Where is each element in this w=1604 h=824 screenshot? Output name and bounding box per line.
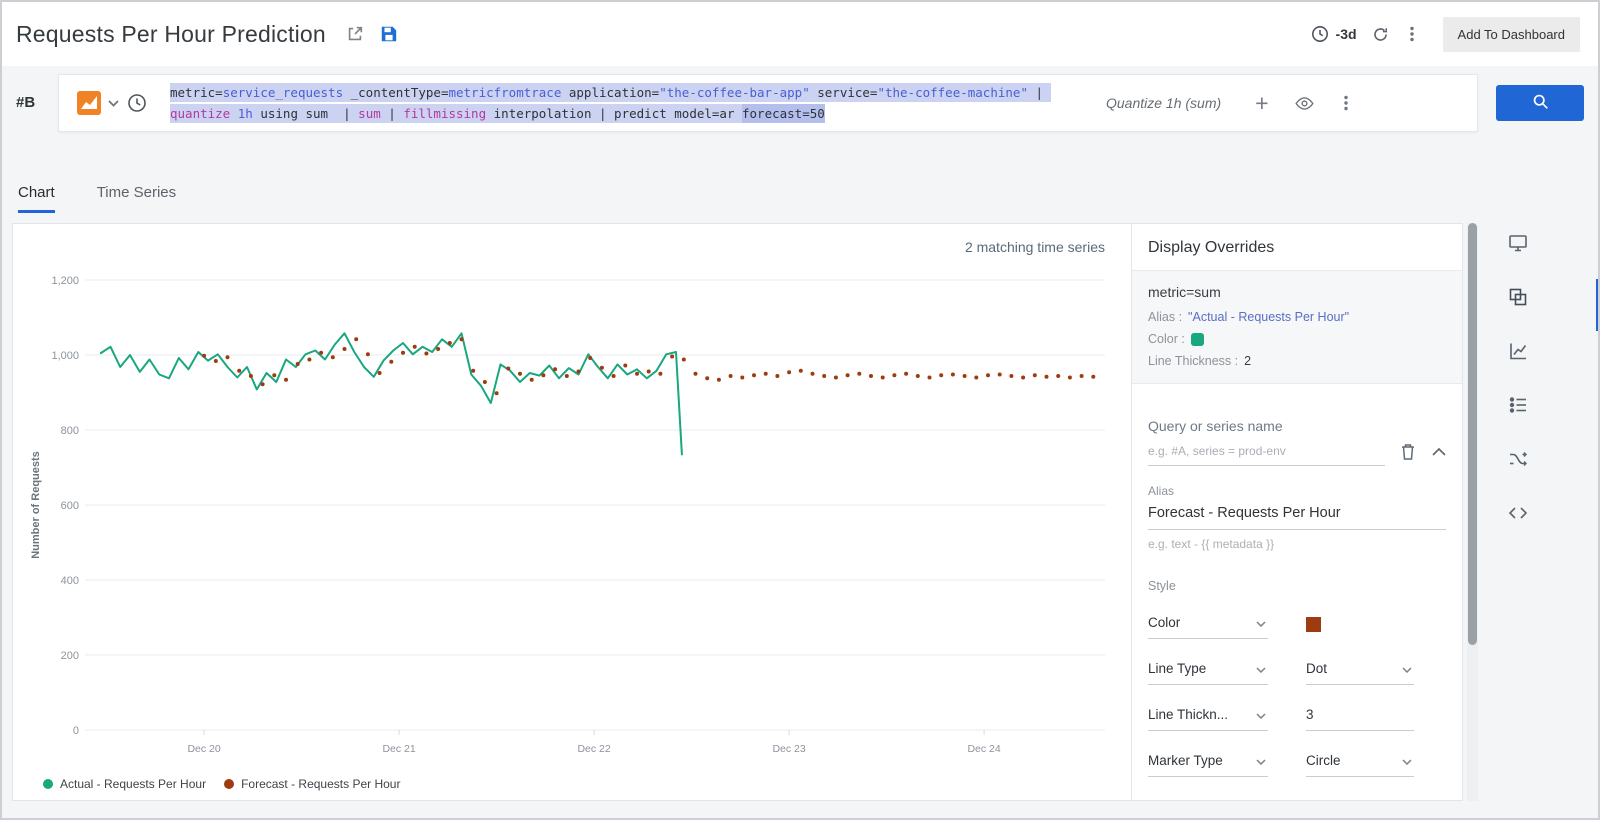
kebab-menu-icon[interactable] bbox=[1404, 25, 1420, 43]
save-icon[interactable] bbox=[380, 25, 398, 43]
override-form: Query or series name e.g. #A, series = p… bbox=[1132, 384, 1462, 777]
style-section-label: Style bbox=[1148, 579, 1446, 593]
chevron-down-icon bbox=[1256, 707, 1266, 722]
axes-icon[interactable] bbox=[1508, 341, 1528, 361]
svg-text:200: 200 bbox=[61, 650, 79, 662]
override-alias-label: Alias : bbox=[1148, 310, 1182, 324]
alias-input[interactable]: Forecast - Requests Per Hour bbox=[1148, 498, 1446, 530]
legend-icon[interactable] bbox=[1508, 395, 1528, 415]
header: Requests Per Hour Prediction -3d Add To … bbox=[2, 2, 1598, 66]
share-icon[interactable] bbox=[346, 25, 364, 43]
alias-field-label: Alias bbox=[1148, 484, 1446, 498]
run-query-button[interactable] bbox=[1496, 85, 1584, 121]
query-id-label: #B bbox=[16, 74, 58, 111]
code-icon[interactable] bbox=[1508, 503, 1528, 523]
chevron-down-icon bbox=[1256, 753, 1266, 768]
query-history-icon[interactable] bbox=[126, 92, 148, 114]
display-icon[interactable] bbox=[1508, 233, 1528, 253]
svg-text:Dec 22: Dec 22 bbox=[577, 743, 610, 755]
tab-time-series[interactable]: Time Series bbox=[97, 184, 176, 213]
chevron-down-icon bbox=[1402, 753, 1412, 768]
style-color-select[interactable]: Color bbox=[1148, 608, 1268, 639]
style-color-swatch[interactable] bbox=[1306, 617, 1321, 632]
alias-helper-text: e.g. text - {{ metadata }} bbox=[1148, 537, 1446, 551]
overlays-icon[interactable] bbox=[1508, 287, 1528, 307]
override-thickness-label: Line Thickness : bbox=[1148, 354, 1238, 368]
chevron-down-icon bbox=[1256, 661, 1266, 676]
override-color-label: Color : bbox=[1148, 332, 1185, 346]
query-section: #B metric=service_requests _contentType=… bbox=[2, 66, 1598, 132]
override-color-swatch bbox=[1191, 333, 1204, 346]
main-row: 2 matching time series 02004006008001,00… bbox=[2, 213, 1598, 801]
legend-dot bbox=[224, 779, 234, 789]
line-thickness-input[interactable]: 3 bbox=[1306, 700, 1414, 731]
marker-type-label-select[interactable]: Marker Type bbox=[1148, 746, 1268, 777]
query-series-label: Query or series name bbox=[1148, 418, 1446, 434]
query-input[interactable]: metric=service_requests _contentType=met… bbox=[170, 82, 1082, 124]
override-alias-value: "Actual - Requests Per Hour" bbox=[1188, 310, 1349, 324]
query-kebab-menu-icon[interactable] bbox=[1338, 94, 1354, 112]
overrides-title: Display Overrides bbox=[1132, 224, 1462, 271]
add-icon[interactable]: + bbox=[1255, 92, 1268, 115]
svg-text:400: 400 bbox=[61, 575, 79, 587]
legend-dot bbox=[43, 779, 53, 789]
chart-type-icon[interactable] bbox=[77, 91, 101, 115]
trash-icon[interactable] bbox=[1400, 443, 1416, 460]
chart-canvas[interactable]: 0 200 400 600 800 1,000 1,200 Dec 20 Dec 21 Dec 2… bbox=[13, 224, 1131, 764]
query-builder: metric=service_requests _contentType=met… bbox=[58, 74, 1478, 132]
add-to-dashboard-button[interactable]: Add To Dashboard bbox=[1443, 17, 1580, 52]
search-icon bbox=[1532, 93, 1549, 113]
override-metric: metric=sum bbox=[1148, 284, 1446, 300]
svg-text:Dec 21: Dec 21 bbox=[382, 743, 415, 755]
vertical-scrollbar[interactable] bbox=[1467, 223, 1478, 801]
chevron-down-icon[interactable] bbox=[108, 100, 119, 107]
legend-item[interactable]: Actual - Requests Per Hour bbox=[43, 777, 206, 791]
marker-type-value-select[interactable]: Circle bbox=[1306, 746, 1414, 777]
svg-text:Dec 23: Dec 23 bbox=[772, 743, 805, 755]
settings-icon-rail bbox=[1478, 223, 1598, 801]
clock-icon[interactable] bbox=[1311, 25, 1329, 43]
svg-text:Dec 20: Dec 20 bbox=[187, 743, 220, 755]
chevron-up-icon[interactable] bbox=[1432, 447, 1446, 456]
line-type-value-select[interactable]: Dot bbox=[1306, 654, 1414, 685]
svg-text:0: 0 bbox=[73, 725, 79, 737]
chevron-down-icon bbox=[1402, 661, 1412, 676]
line-type-label-select[interactable]: Line Type bbox=[1148, 654, 1268, 685]
legend-label: Forecast - Requests Per Hour bbox=[241, 777, 400, 791]
line-thickness-label-select[interactable]: Line Thickn... bbox=[1148, 700, 1268, 731]
scrollbar-thumb[interactable] bbox=[1468, 223, 1477, 645]
chevron-down-icon bbox=[1256, 615, 1266, 630]
chart-panel: 2 matching time series 02004006008001,00… bbox=[12, 223, 1132, 801]
display-overrides-panel: Display Overrides metric=sum Alias : "Ac… bbox=[1132, 223, 1463, 801]
svg-text:1,200: 1,200 bbox=[51, 275, 79, 287]
svg-text:800: 800 bbox=[61, 425, 79, 437]
svg-text:600: 600 bbox=[61, 500, 79, 512]
view-tabs: Chart Time Series bbox=[2, 132, 1598, 213]
svg-text:Number of Requests: Number of Requests bbox=[30, 451, 42, 559]
sampling-icon[interactable] bbox=[1508, 449, 1528, 469]
query-series-input[interactable]: e.g. #A, series = prod-env bbox=[1148, 438, 1385, 466]
page-title: Requests Per Hour Prediction bbox=[16, 21, 326, 48]
time-range-label[interactable]: -3d bbox=[1336, 26, 1357, 42]
tab-chart[interactable]: Chart bbox=[18, 184, 55, 213]
legend-label: Actual - Requests Per Hour bbox=[60, 777, 206, 791]
legend-item[interactable]: Forecast - Requests Per Hour bbox=[224, 777, 400, 791]
override-summary[interactable]: metric=sum Alias : "Actual - Requests Pe… bbox=[1132, 271, 1462, 384]
refresh-icon[interactable] bbox=[1372, 26, 1389, 43]
active-rail-indicator bbox=[1596, 279, 1600, 331]
quantize-summary: Quantize 1h (sum) bbox=[1106, 95, 1221, 111]
override-thickness-value: 2 bbox=[1244, 354, 1251, 368]
chart-legend: Actual - Requests Per Hour Forecast - Req… bbox=[43, 777, 400, 791]
svg-text:1,000: 1,000 bbox=[51, 350, 79, 362]
svg-text:Dec 24: Dec 24 bbox=[967, 743, 1000, 755]
content-area: #B metric=service_requests _contentType=… bbox=[2, 66, 1598, 818]
eye-icon[interactable] bbox=[1295, 94, 1314, 113]
app-window: Requests Per Hour Prediction -3d Add To … bbox=[0, 0, 1600, 820]
